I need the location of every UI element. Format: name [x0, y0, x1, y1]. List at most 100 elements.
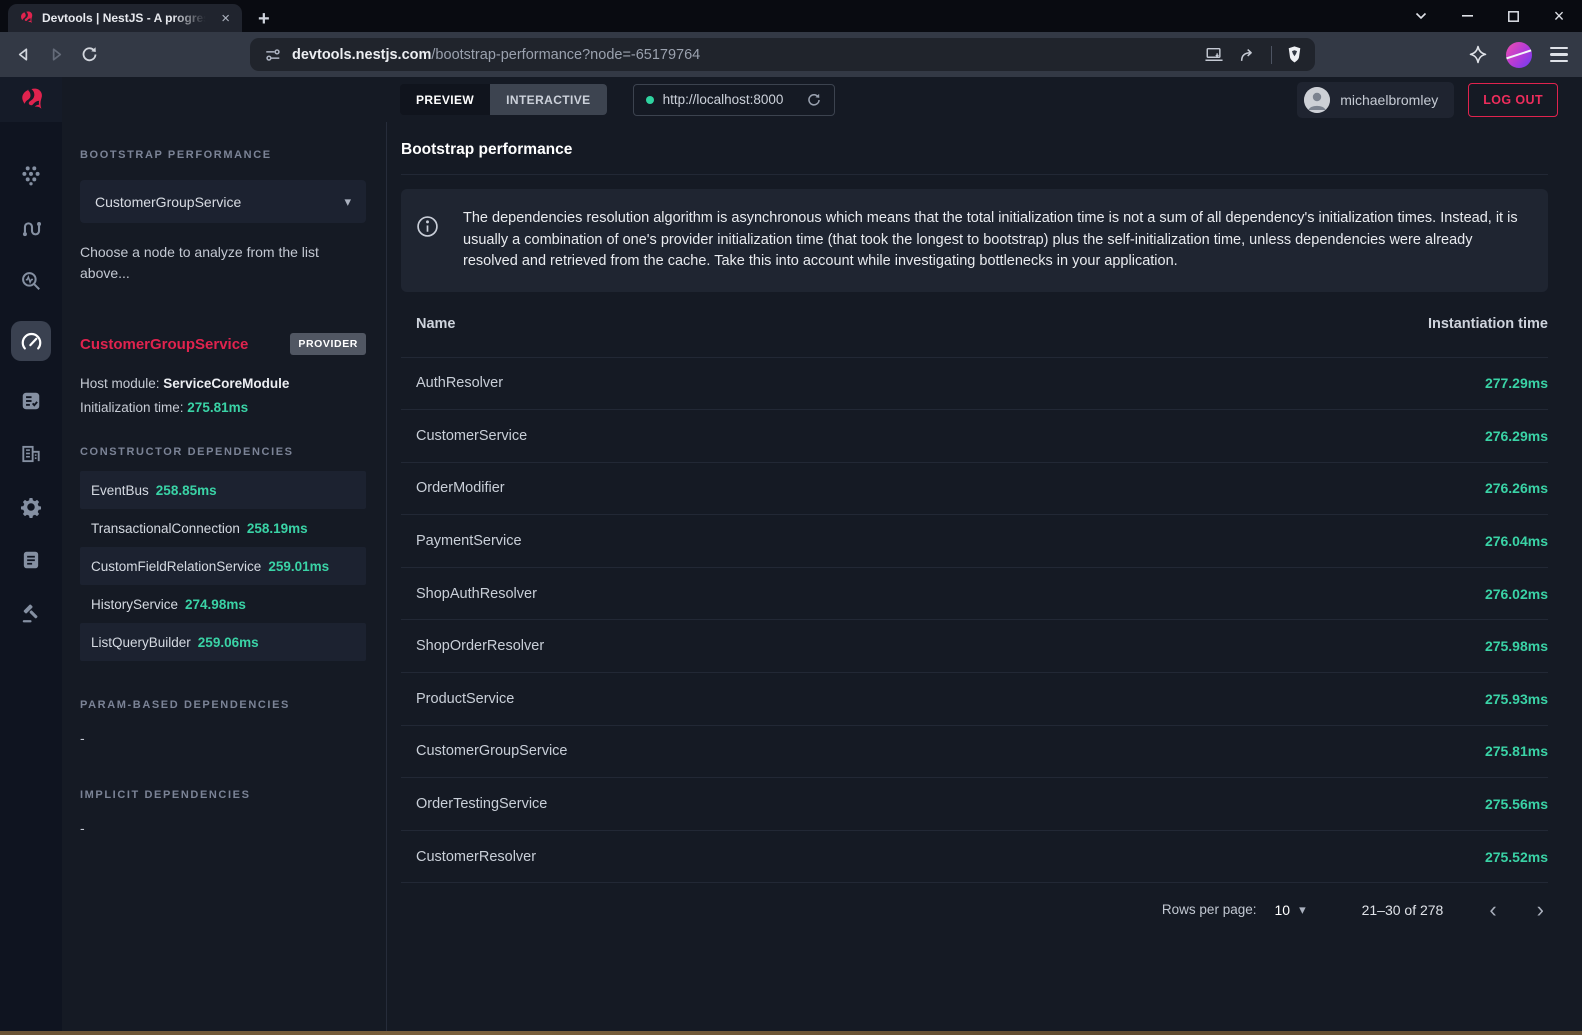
panel-section-title: BOOTSTRAP PERFORMANCE [80, 149, 366, 161]
previous-page-button[interactable]: ‹ [1489, 899, 1496, 921]
app-sidebar-rail [0, 77, 62, 1031]
table-row[interactable]: ProductService 275.93ms [401, 673, 1548, 726]
mode-toggle: PREVIEW INTERACTIVE [400, 84, 607, 115]
browser-profile-avatar[interactable] [1506, 42, 1532, 68]
rows-per-page-select[interactable]: 10 ▾ [1274, 902, 1305, 918]
nav-settings-gear-icon[interactable] [11, 494, 51, 520]
next-page-button[interactable]: › [1537, 899, 1544, 921]
user-chip[interactable]: michaelbromley [1297, 82, 1454, 118]
column-name: Name [416, 316, 1428, 332]
chevron-down-icon: ▾ [344, 194, 351, 210]
tab-search-chevron-icon[interactable] [1398, 0, 1444, 32]
browser-toolbar: devtools.nestjs.com/bootstrap-performanc… [0, 32, 1582, 77]
column-instantiation-time: Instantiation time [1428, 316, 1548, 332]
dependency-item[interactable]: EventBus 258.85ms [80, 471, 366, 509]
reload-button-icon[interactable] [80, 45, 99, 64]
send-to-device-icon[interactable] [1204, 46, 1224, 64]
init-time-value: 275.81ms [187, 400, 248, 415]
info-text: The dependencies resolution algorithm is… [463, 208, 1522, 273]
leo-ai-icon[interactable] [1468, 45, 1488, 65]
info-callout: The dependencies resolution algorithm is… [401, 189, 1548, 292]
minimize-button[interactable] [1444, 0, 1490, 32]
nav-gavel-icon[interactable] [11, 600, 51, 626]
host-module-line: Host module: ServiceCoreModule [80, 376, 366, 391]
table-row[interactable]: OrderTestingService 275.56ms [401, 778, 1548, 831]
pagination-range: 21–30 of 278 [1362, 902, 1444, 918]
username: michaelbromley [1340, 92, 1438, 108]
param-deps-title: PARAM-BASED DEPENDENCIES [80, 699, 366, 711]
implicit-deps-value: - [80, 820, 366, 836]
nav-performance-gauge-icon[interactable] [11, 321, 51, 361]
preview-tab[interactable]: PREVIEW [400, 84, 490, 115]
status-dot [646, 96, 654, 104]
table-row[interactable]: CustomerService 276.29ms [401, 410, 1548, 463]
info-icon [416, 208, 439, 238]
main-content: Bootstrap performance The dependencies r… [388, 122, 1582, 1031]
url-bar[interactable]: devtools.nestjs.com/bootstrap-performanc… [250, 38, 1315, 71]
target-url: http://localhost:8000 [663, 92, 784, 107]
nav-docs-icon[interactable] [11, 547, 51, 573]
table-row[interactable]: AuthResolver 277.29ms [401, 358, 1548, 411]
nav-checklist-icon[interactable] [11, 388, 51, 414]
host-module-value: ServiceCoreModule [163, 376, 289, 391]
table-row[interactable]: CustomerResolver 275.52ms [401, 831, 1548, 884]
bootstrap-performance-panel: BOOTSTRAP PERFORMANCE CustomerGroupServi… [62, 122, 387, 1031]
logout-button[interactable]: LOG OUT [1468, 83, 1558, 117]
browser-menu-icon[interactable] [1550, 47, 1568, 62]
target-url-box[interactable]: http://localhost:8000 [633, 84, 836, 116]
browser-tab[interactable]: Devtools | NestJS - A progressive × [8, 4, 242, 32]
browser-titlebar: Devtools | NestJS - A progressive × + × [0, 0, 1582, 32]
url-domain: devtools.nestjs.com [292, 47, 431, 63]
brave-shields-icon[interactable] [1286, 45, 1303, 64]
rows-per-page-label: Rows per page: [1162, 902, 1257, 917]
table-row[interactable]: OrderModifier 276.26ms [401, 463, 1548, 516]
nestjs-logo[interactable] [0, 77, 62, 122]
new-tab-button[interactable]: + [258, 9, 270, 29]
pagination-bar: Rows per page: 10 ▾ 21–30 of 278 ‹ › [401, 883, 1548, 936]
page-title: Bootstrap performance [401, 141, 1548, 175]
maximize-button[interactable] [1490, 0, 1536, 32]
table-row[interactable]: ShopOrderResolver 275.98ms [401, 620, 1548, 673]
init-time-line: Initialization time: 275.81ms [80, 400, 366, 415]
close-window-button[interactable]: × [1536, 0, 1582, 32]
nav-route-icon[interactable] [11, 215, 51, 241]
nav-modules-icon[interactable] [11, 441, 51, 467]
provider-badge: PROVIDER [290, 333, 366, 355]
interactive-tab[interactable]: INTERACTIVE [490, 84, 606, 115]
toolbar-divider [1271, 46, 1272, 64]
node-hint-text: Choose a node to analyze from the list a… [80, 242, 330, 284]
table-header: Name Instantiation time [401, 292, 1548, 358]
nav-graph-dots-icon[interactable] [11, 162, 51, 188]
dependency-item[interactable]: HistoryService 274.98ms [80, 585, 366, 623]
table-row[interactable]: CustomerGroupService 275.81ms [401, 726, 1548, 779]
param-deps-value: - [80, 730, 366, 746]
table-row[interactable]: ShopAuthResolver 276.02ms [401, 568, 1548, 621]
desktop-edge [0, 1031, 1582, 1035]
window-controls: × [1398, 0, 1582, 32]
back-button-icon[interactable] [14, 45, 33, 64]
tab-title: Devtools | NestJS - A progressive [42, 11, 209, 25]
nav-inspect-search-icon[interactable] [11, 268, 51, 294]
constructor-deps-list: EventBus 258.85ms TransactionalConnectio… [80, 471, 366, 661]
refresh-target-icon[interactable] [806, 92, 822, 108]
site-settings-icon[interactable] [264, 46, 282, 64]
forward-button-icon[interactable] [47, 45, 66, 64]
performance-table-body: AuthResolver 277.29ms CustomerService 27… [401, 358, 1548, 884]
dependency-item[interactable]: TransactionalConnection 258.19ms [80, 509, 366, 547]
selected-node-name: CustomerGroupService [80, 336, 248, 353]
app-header: PREVIEW INTERACTIVE http://localhost:800… [62, 77, 1582, 122]
share-icon[interactable] [1238, 46, 1257, 64]
chevron-down-icon: ▾ [1299, 902, 1306, 918]
node-select-value: CustomerGroupService [95, 194, 344, 210]
constructor-deps-title: CONSTRUCTOR DEPENDENCIES [80, 446, 366, 458]
node-select-dropdown[interactable]: CustomerGroupService ▾ [80, 180, 366, 223]
dependency-item[interactable]: CustomFieldRelationService 259.01ms [80, 547, 366, 585]
table-row[interactable]: PaymentService 276.04ms [401, 515, 1548, 568]
dependency-item[interactable]: ListQueryBuilder 259.06ms [80, 623, 366, 661]
implicit-deps-title: IMPLICIT DEPENDENCIES [80, 789, 366, 801]
nestjs-favicon-icon [18, 10, 34, 26]
tab-close-icon[interactable]: × [217, 9, 234, 28]
user-avatar [1304, 87, 1330, 113]
url-path: /bootstrap-performance?node=-65179764 [431, 47, 700, 63]
url-text[interactable]: devtools.nestjs.com/bootstrap-performanc… [292, 47, 1194, 63]
